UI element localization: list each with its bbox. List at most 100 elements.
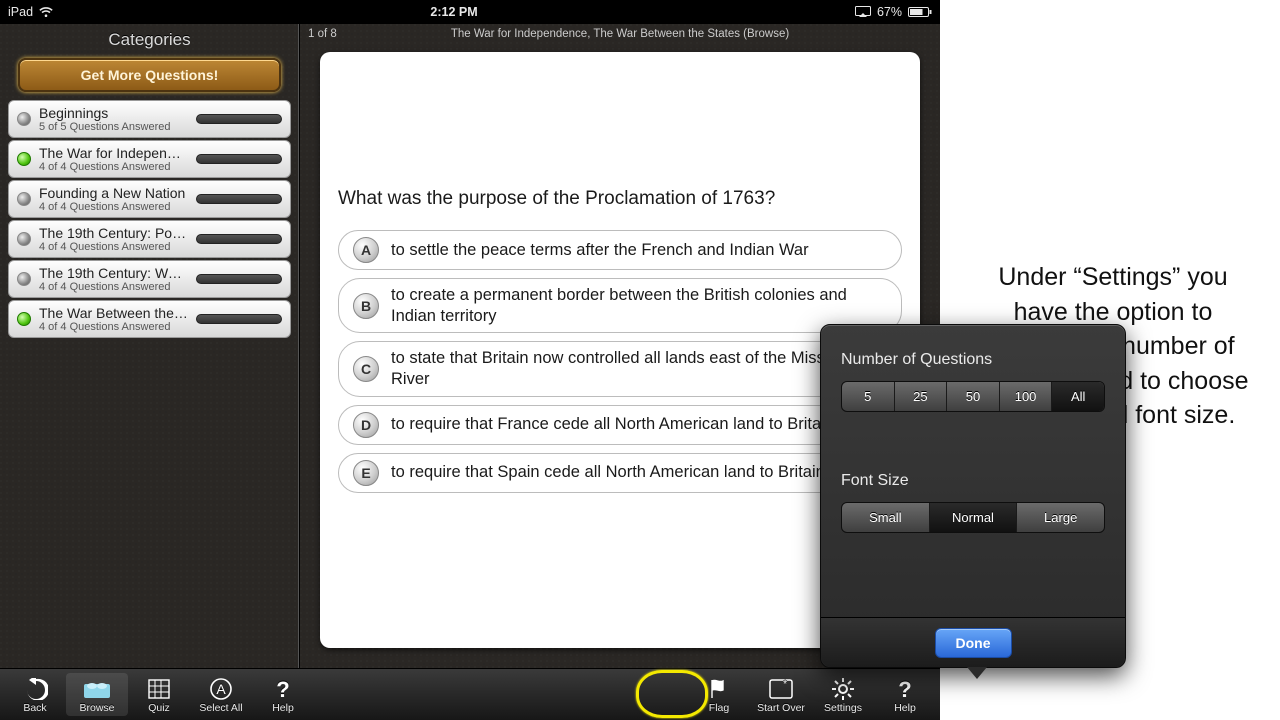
- answer-letter: A: [353, 237, 379, 263]
- get-more-button[interactable]: Get More Questions!: [18, 58, 281, 92]
- category-subtitle: 5 of 5 Questions Answered: [39, 121, 188, 133]
- progress-bar: [196, 114, 282, 124]
- toolbar-label: Start Over: [757, 702, 805, 714]
- toolbar-startover[interactable]: * Start Over: [750, 673, 812, 716]
- sidebar: Categories Get More Questions! Beginning…: [0, 24, 300, 668]
- settings-icon: [830, 676, 856, 702]
- back-icon: [22, 676, 48, 702]
- question-progress: 1 of 8: [308, 28, 388, 40]
- status-dot: [17, 112, 31, 126]
- toolbar-label: Help: [894, 702, 916, 714]
- category-item[interactable]: The 19th Century: Politics, Economics,… …: [8, 220, 291, 258]
- toolbar-help[interactable]: ? Help: [252, 673, 314, 716]
- selectall-icon: A: [209, 676, 233, 702]
- progress-bar: [196, 274, 282, 284]
- sidebar-title: Categories: [0, 24, 299, 54]
- browse-icon: [82, 676, 112, 702]
- clock: 2:12 PM: [53, 5, 855, 19]
- numq-option[interactable]: 100: [1000, 382, 1053, 411]
- toolbar-help[interactable]: ? Help: [874, 673, 936, 716]
- done-button[interactable]: Done: [935, 628, 1012, 658]
- status-bar: iPad 2:12 PM 67%: [0, 0, 940, 24]
- status-dot: [17, 232, 31, 246]
- fontsize-option[interactable]: Large: [1017, 503, 1104, 532]
- category-name: Beginnings: [39, 105, 188, 121]
- fontsize-option[interactable]: Normal: [930, 503, 1018, 532]
- answer-text: to create a permanent border between the…: [391, 285, 887, 326]
- help-icon: ?: [895, 676, 915, 702]
- category-subtitle: 4 of 4 Questions Answered: [39, 241, 188, 253]
- category-list: Beginnings 5 of 5 Questions Answered The…: [0, 100, 299, 338]
- toolbar-label: Help: [272, 702, 294, 714]
- status-dot: [17, 192, 31, 206]
- answer-letter: C: [353, 356, 379, 382]
- progress-bar: [196, 234, 282, 244]
- device-label: iPad: [8, 5, 33, 19]
- answer-choice[interactable]: E to require that Spain cede all North A…: [338, 453, 902, 493]
- help-icon: ?: [273, 676, 293, 702]
- answer-text: to state that Britain now controlled all…: [391, 348, 887, 389]
- category-item[interactable]: The 19th Century: Westward Expansio… 4 o…: [8, 260, 291, 298]
- answer-choice[interactable]: D to require that France cede all North …: [338, 405, 902, 445]
- flag-icon: [707, 676, 731, 702]
- category-subtitle: 4 of 4 Questions Answered: [39, 321, 188, 333]
- numq-option[interactable]: 25: [895, 382, 948, 411]
- numq-option[interactable]: 50: [947, 382, 1000, 411]
- answer-letter: B: [353, 293, 379, 319]
- toolbar-flag[interactable]: Flag: [688, 673, 750, 716]
- numq-option[interactable]: 5: [842, 382, 895, 411]
- quiz-icon: [147, 676, 171, 702]
- battery-percent: 67%: [877, 5, 902, 19]
- toolbar-label: Flag: [709, 702, 729, 714]
- toolbar-browse[interactable]: Browse: [66, 673, 128, 716]
- toolbar-label: Select All: [199, 702, 242, 714]
- category-name: The War for Independence: [39, 145, 188, 161]
- fontsize-option[interactable]: Small: [842, 503, 930, 532]
- wifi-icon: [39, 6, 53, 18]
- svg-text:?: ?: [276, 677, 289, 701]
- fontsize-label: Font Size: [841, 472, 1105, 490]
- fontsize-segmented: SmallNormalLarge: [841, 502, 1105, 533]
- answer-choice[interactable]: A to settle the peace terms after the Fr…: [338, 230, 902, 270]
- toolbar-settings[interactable]: Settings: [812, 673, 874, 716]
- progress-bar: [196, 194, 282, 204]
- numq-option[interactable]: All: [1052, 382, 1104, 411]
- toolbar-back[interactable]: Back: [4, 673, 66, 716]
- category-name: The War Between the States: [39, 305, 188, 321]
- numq-label: Number of Questions: [841, 351, 1105, 369]
- answer-letter: D: [353, 412, 379, 438]
- category-item[interactable]: Beginnings 5 of 5 Questions Answered: [8, 100, 291, 138]
- airplay-icon: [855, 6, 871, 18]
- category-subtitle: 4 of 4 Questions Answered: [39, 201, 188, 213]
- toolbar: Back Browse QuizA Select All? Help Flag*…: [0, 668, 940, 720]
- startover-icon: *: [768, 676, 794, 702]
- toolbar-selectall[interactable]: A Select All: [190, 673, 252, 716]
- category-item[interactable]: Founding a New Nation 4 of 4 Questions A…: [8, 180, 291, 218]
- ipad-screen: iPad 2:12 PM 67% Categories Get More Que…: [0, 0, 940, 720]
- toolbar-label: Settings: [824, 702, 862, 714]
- toolbar-label: Browse: [79, 702, 114, 714]
- svg-text:*: *: [783, 679, 787, 690]
- answer-list: A to settle the peace terms after the Fr…: [338, 230, 902, 493]
- status-dot: [17, 152, 31, 166]
- answer-letter: E: [353, 460, 379, 486]
- status-dot: [17, 272, 31, 286]
- toolbar-quiz[interactable]: Quiz: [128, 673, 190, 716]
- progress-bar: [196, 314, 282, 324]
- numq-segmented: 52550100All: [841, 381, 1105, 412]
- answer-choice[interactable]: C to state that Britain now controlled a…: [338, 341, 902, 396]
- category-subtitle: 4 of 4 Questions Answered: [39, 161, 188, 173]
- category-name: The 19th Century: Westward Expansio…: [39, 265, 188, 281]
- answer-choice[interactable]: B to create a permanent border between t…: [338, 278, 902, 333]
- progress-bar: [196, 154, 282, 164]
- category-item[interactable]: The War for Independence 4 of 4 Question…: [8, 140, 291, 178]
- category-item[interactable]: The War Between the States 4 of 4 Questi…: [8, 300, 291, 338]
- toolbar-label: Quiz: [148, 702, 170, 714]
- battery-icon: [908, 6, 932, 18]
- answer-text: to require that Spain cede all North Ame…: [391, 462, 825, 483]
- category-name: The 19th Century: Politics, Economics,…: [39, 225, 188, 241]
- settings-popover: Number of Questions 52550100All Font Siz…: [820, 324, 1126, 668]
- question-text: What was the purpose of the Proclamation…: [338, 188, 902, 210]
- svg-text:A: A: [216, 681, 226, 697]
- status-dot: [17, 312, 31, 326]
